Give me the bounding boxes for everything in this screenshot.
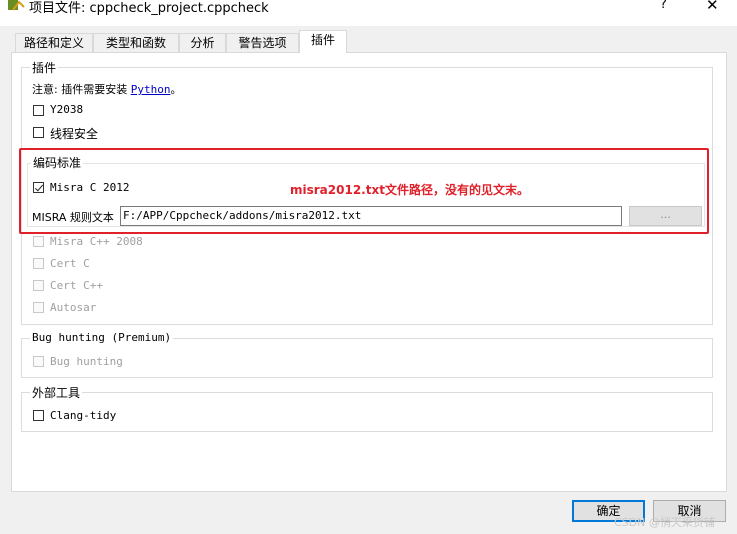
autosar-label: Autosar (50, 301, 97, 314)
misra-cpp-checkbox[interactable] (33, 236, 44, 247)
tab-types-and-functions[interactable]: 类型和函数 (93, 33, 179, 52)
tab-warning-options[interactable]: 警告选项 (226, 33, 299, 52)
close-icon[interactable]: ✕ (706, 0, 719, 14)
thread-safety-label: 线程安全 (50, 127, 99, 141)
title-bar: 项目文件: cppcheck_project.cppcheck ? ✕ (0, 0, 737, 26)
clang-tidy-checkbox[interactable] (33, 410, 44, 421)
y2038-checkbox[interactable] (33, 105, 44, 116)
y2038-label: Y2038 (50, 103, 84, 116)
window-title: 项目文件: cppcheck_project.cppcheck (29, 1, 269, 16)
bug-hunting-checkbox[interactable] (33, 356, 44, 367)
plugins-group-title: 插件 (30, 59, 59, 76)
external-tools-title: 外部工具 (30, 384, 83, 401)
tab-paths-and-defines[interactable]: 路径和定义 (15, 33, 93, 52)
cppcheck-app-icon (8, 0, 25, 11)
cert-c-checkbox[interactable] (33, 258, 44, 269)
clang-tidy-label: Clang-tidy (50, 409, 117, 422)
bug-hunting-group (21, 338, 713, 378)
help-button[interactable]: ? (660, 0, 667, 12)
misra-cpp-label: Misra C++ 2008 (50, 235, 143, 248)
tab-addons[interactable]: 插件 (299, 30, 347, 53)
cert-cpp-label: Cert C++ (50, 279, 103, 292)
python-link[interactable]: Python (131, 83, 171, 96)
thread-safety-checkbox[interactable] (33, 127, 44, 138)
cert-c-label: Cert C (50, 257, 90, 270)
external-tools-group (21, 392, 713, 432)
python-note: 注意: 插件需要安装 Python。 (32, 81, 181, 97)
autosar-checkbox[interactable] (33, 302, 44, 313)
python-note-suffix: 。 (170, 83, 182, 96)
bug-hunting-title: Bug hunting (Premium) (30, 331, 174, 344)
python-note-prefix: 注意: 插件需要安装 (32, 83, 131, 96)
bug-hunting-label: Bug hunting (50, 355, 123, 368)
watermark: CSDN @悄天采货铺 (614, 516, 715, 529)
annotation-text: misra2012.txt文件路径，没有的见文末。 (290, 183, 529, 197)
tab-analysis[interactable]: 分析 (179, 33, 226, 52)
cert-cpp-checkbox[interactable] (33, 280, 44, 291)
